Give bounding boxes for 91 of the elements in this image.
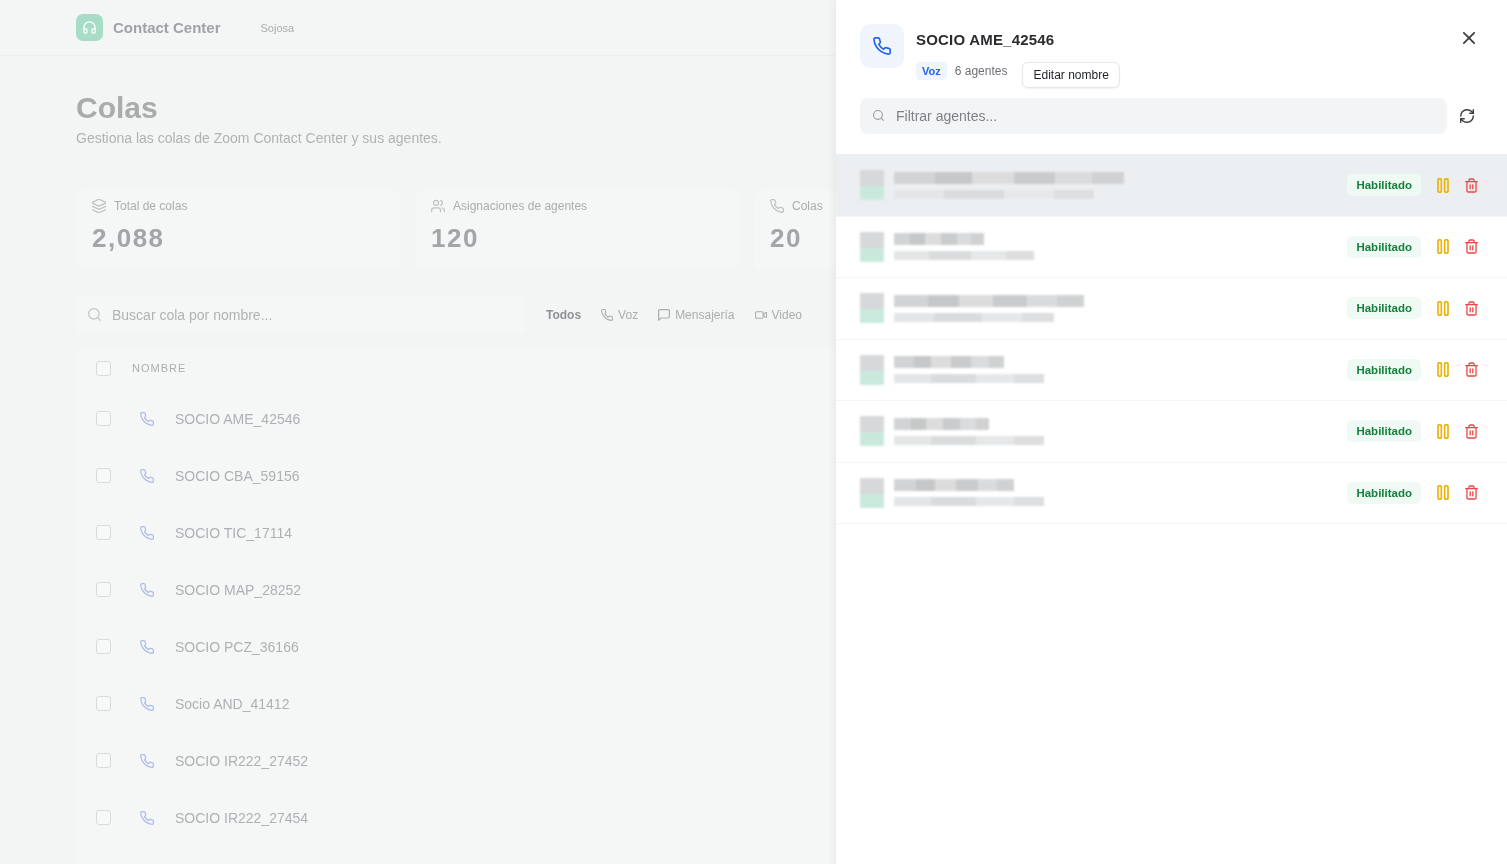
agent-filter-field[interactable]: Filtrar agentes... [860,98,1447,134]
refresh-button[interactable] [1460,109,1474,123]
row-checkbox[interactable] [96,468,111,483]
layers-icon [92,199,106,213]
phone-icon [140,639,154,654]
organization-name: Sojosa [260,21,295,34]
queue-name: SOCIO AME_42546 [175,410,301,427]
agent-row[interactable]: Habilitado [836,339,1507,401]
close-icon [1463,32,1475,44]
phone-icon [140,468,154,483]
users-icon [431,199,445,213]
channel-badge: Voz [916,62,947,80]
pause-button[interactable] [1437,177,1449,193]
row-checkbox[interactable] [96,639,111,654]
status-badge: Habilitado [1347,235,1421,258]
pause-icon [1437,362,1449,378]
row-checkbox[interactable] [96,696,111,711]
video-camera-icon [754,309,767,321]
row-checkbox[interactable] [96,582,111,597]
select-all-checkbox[interactable] [96,360,111,376]
delete-button[interactable] [1465,239,1478,255]
pause-icon [1437,177,1449,193]
queue-name: SOCIO CBA_59156 [175,467,300,484]
queue-name: SOCIO TIC_17114 [175,524,292,541]
delete-button[interactable] [1465,177,1478,193]
trash-icon [1465,485,1478,501]
page-subtitle: Gestiona las colas de Zoom Contact Center y sus agentes. [76,129,443,148]
phone-icon [140,411,154,426]
status-badge: Habilitado [1347,358,1421,381]
pause-icon [1437,423,1449,439]
status-badge: Habilitado [1347,420,1421,443]
pause-icon [1437,485,1449,501]
status-badge: Habilitado [1347,297,1421,320]
row-checkbox[interactable] [96,525,111,540]
status-badge: Habilitado [1347,174,1421,197]
headphones-logo-icon [76,14,103,41]
stat-label: Asignaciones de agentes [453,199,588,213]
search-icon [873,110,884,121]
stat-value: 120 [431,222,480,254]
pause-button[interactable] [1437,362,1449,378]
queue-name: SOCIO MAP_28252 [175,581,302,598]
column-header: NOMBRE [132,362,187,374]
pause-button[interactable] [1437,239,1449,255]
pause-button[interactable] [1437,300,1449,316]
agent-count: 6 agentes [954,64,1008,78]
stat-value: 20 [770,222,803,254]
trash-icon [1465,239,1478,255]
phone-icon [860,24,904,68]
filter-tab[interactable]: Todos [538,301,590,329]
agent-row[interactable]: Habilitado [836,278,1507,340]
pause-icon [1437,300,1449,316]
phone-icon [770,199,784,213]
stat-value: 2,088 [92,222,166,254]
page-title: Colas [76,90,159,126]
phone-icon [140,582,154,597]
delete-button[interactable] [1465,423,1478,439]
search-icon [88,308,101,321]
drawer-title: SOCIO AME_42546 [916,30,1056,50]
pause-icon [1437,239,1449,255]
phone-icon [140,810,154,825]
phone-icon [601,309,614,321]
status-badge: Habilitado [1347,481,1421,504]
row-checkbox[interactable] [96,753,111,768]
trash-icon [1465,423,1478,439]
delete-button[interactable] [1465,362,1478,378]
row-checkbox[interactable] [96,411,111,426]
agent-row[interactable]: Habilitado [836,401,1507,463]
queue-name: SOCIO IR222_27454 [175,809,309,826]
pause-button[interactable] [1437,423,1449,439]
refresh-icon [1460,109,1474,123]
trash-icon [1465,300,1478,316]
trash-icon [1465,362,1478,378]
phone-icon [140,753,154,768]
edit-name-button[interactable]: Editar nombre [1022,62,1120,88]
queue-name: SOCIO PCZ_36166 [175,638,299,655]
delete-button[interactable] [1465,300,1478,316]
agent-row[interactable]: Habilitado [836,216,1507,278]
delete-button[interactable] [1465,485,1478,501]
pause-button[interactable] [1437,485,1449,501]
phone-icon [140,525,154,540]
stat-label: Colas [792,199,823,213]
trash-icon [1465,177,1478,193]
stat-label: Total de colas [114,199,188,213]
queue-name: Socio AND_41412 [175,695,290,712]
app-name: Contact Center [113,19,221,36]
agent-row[interactable]: Habilitado [836,155,1507,217]
row-checkbox[interactable] [96,810,111,825]
message-icon [658,309,671,321]
phone-icon [140,696,154,711]
agent-row[interactable]: Habilitado [836,462,1507,524]
queue-name: SOCIO IR222_27452 [175,752,309,769]
